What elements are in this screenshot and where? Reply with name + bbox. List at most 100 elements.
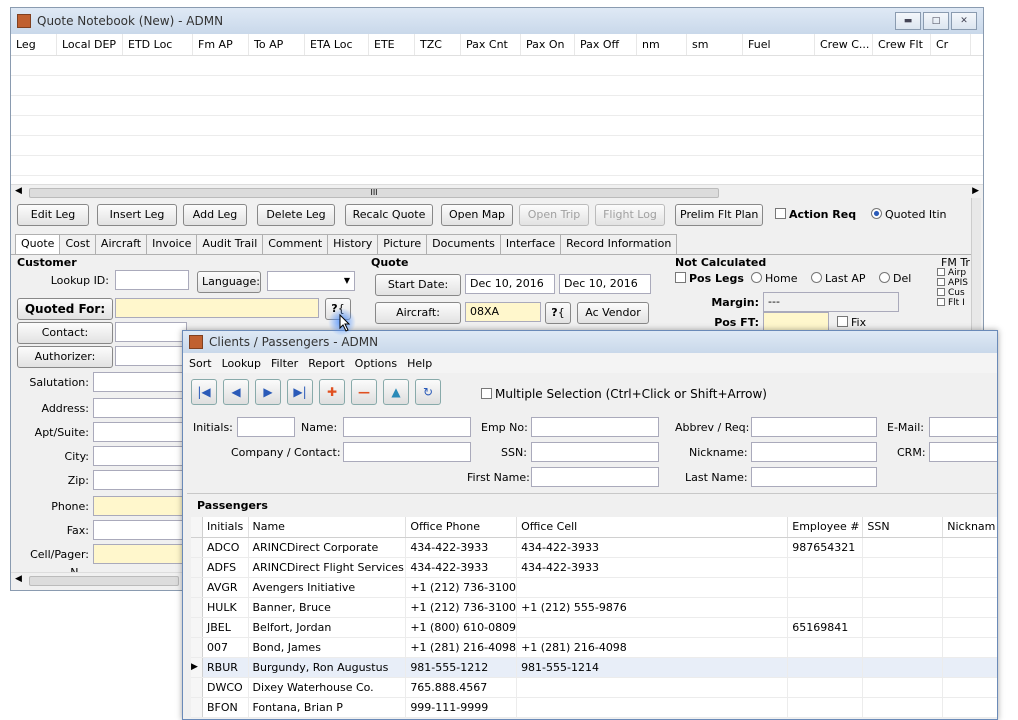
passengers-column-header[interactable]: Name	[248, 517, 407, 538]
passenger-row[interactable]: AVGR Avengers Initiative +1 (212) 736-3100	[191, 577, 997, 598]
emp-no-filter-field[interactable]	[531, 417, 659, 437]
last-name-filter-field[interactable]	[751, 467, 877, 487]
menu-lookup[interactable]: Lookup	[222, 357, 261, 370]
maximize-icon[interactable]: □	[923, 12, 949, 30]
passenger-row[interactable]: ADCO ARINCDirect Corporate 434-422-3933 434…	[191, 537, 997, 558]
email-filter-field[interactable]	[929, 417, 997, 437]
fm-tr-item[interactable]: APIS	[937, 278, 973, 288]
multiple-selection-check[interactable]	[481, 388, 492, 399]
home-radio-dot[interactable]	[751, 272, 762, 283]
previous-record-icon[interactable]: ◀	[223, 379, 249, 405]
menu-filter[interactable]: Filter	[271, 357, 298, 370]
passengers-column-header[interactable]: Office Phone	[405, 517, 518, 538]
tab-documents[interactable]: Documents	[426, 234, 501, 254]
crm-filter-field[interactable]	[929, 442, 997, 462]
margin-field[interactable]: ---	[763, 292, 899, 312]
legs-column-header[interactable]: Pax Off	[575, 34, 637, 55]
authorizer-field[interactable]	[115, 346, 187, 366]
legs-column-header[interactable]: Crew Flt	[873, 34, 931, 55]
fix-check[interactable]	[837, 316, 848, 327]
open-trip-button[interactable]: Open Trip	[519, 204, 589, 226]
passengers-column-header[interactable]: Nicknam	[942, 517, 997, 538]
del-radio-dot[interactable]	[879, 272, 890, 283]
language-select[interactable]: ▼	[267, 271, 355, 291]
action-req-checkbox[interactable]: Action Req	[775, 208, 856, 221]
legs-column-header[interactable]: To AP	[249, 34, 305, 55]
passengers-column-header[interactable]: Office Cell	[516, 517, 789, 538]
add-record-icon[interactable]: ✚	[319, 379, 345, 405]
insert-leg-button[interactable]: Insert Leg	[97, 204, 177, 226]
name-filter-field[interactable]	[343, 417, 471, 437]
abbrev-req-filter-field[interactable]	[751, 417, 877, 437]
menu-sort[interactable]: Sort	[189, 357, 212, 370]
delete-leg-button[interactable]: Delete Leg	[257, 204, 335, 226]
scroll-left-icon[interactable]: ◀	[15, 186, 22, 196]
passengers-table[interactable]: Initials Name Office Phone Office Cell Emplo…	[191, 517, 997, 718]
ssn-filter-field[interactable]	[531, 442, 659, 462]
delete-record-icon[interactable]: —	[351, 379, 377, 405]
tab-cost[interactable]: Cost	[59, 234, 96, 254]
legs-scroll-thumb[interactable]: III	[29, 188, 719, 198]
close-icon[interactable]: ✕	[951, 12, 977, 30]
add-leg-button[interactable]: Add Leg	[183, 204, 247, 226]
tab-aircraft[interactable]: Aircraft	[94, 234, 148, 254]
passengers-column-header[interactable]: Initials	[202, 517, 249, 538]
menu-help[interactable]: Help	[407, 357, 432, 370]
zip-field[interactable]	[93, 470, 187, 490]
customer-hscrollbar[interactable]: ◀	[11, 572, 187, 588]
passenger-row[interactable]: 007 Bond, James +1 (281) 216-4098 +1 (281) …	[191, 637, 997, 658]
fm-tr-check[interactable]	[937, 298, 945, 306]
aircraft-field[interactable]: 08XA	[465, 302, 541, 322]
open-map-button[interactable]: Open Map	[441, 204, 513, 226]
passengers-column-header[interactable]: Employee #	[787, 517, 864, 538]
legs-column-header[interactable]: Fm AP	[193, 34, 249, 55]
authorizer-button[interactable]: Authorizer:	[17, 346, 113, 368]
salutation-field[interactable]	[93, 372, 187, 392]
pos-legs-checkbox[interactable]: Pos Legs	[675, 272, 744, 285]
initials-filter-field[interactable]	[237, 417, 295, 437]
legs-column-header[interactable]: Local DEP	[57, 34, 123, 55]
fm-tr-check[interactable]	[937, 278, 945, 286]
city-field[interactable]	[93, 446, 187, 466]
pos-legs-check[interactable]	[675, 272, 686, 283]
contact-button[interactable]: Contact:	[17, 322, 113, 344]
language-button[interactable]: Language:	[197, 271, 261, 293]
end-date-field[interactable]: Dec 10, 2016	[559, 274, 651, 294]
recalc-quote-button[interactable]: Recalc Quote	[345, 204, 433, 226]
fm-tr-item[interactable]: Airp	[937, 268, 973, 278]
legs-column-header[interactable]: ETA Loc	[305, 34, 369, 55]
company-contact-filter-field[interactable]	[343, 442, 471, 462]
passenger-row[interactable]: ADFS ARINCDirect Flight Services 434-422-3…	[191, 557, 997, 578]
tab-invoice[interactable]: Invoice	[146, 234, 198, 254]
legs-column-header[interactable]: nm	[637, 34, 687, 55]
passenger-row[interactable]: BFON Fontana, Brian P 999-111-9999	[191, 697, 997, 718]
legs-column-header[interactable]: Cr	[931, 34, 971, 55]
tab-comment[interactable]: Comment	[262, 234, 329, 254]
flight-log-button[interactable]: Flight Log	[595, 204, 665, 226]
legs-column-header[interactable]: ETD Loc	[123, 34, 193, 55]
start-date-button[interactable]: Start Date:	[375, 274, 461, 296]
fm-tr-item[interactable]: Flt I	[937, 298, 973, 308]
phone-field[interactable]	[93, 496, 187, 516]
lookup-id-field[interactable]	[115, 270, 189, 290]
multiple-selection-checkbox[interactable]: Multiple Selection (Ctrl+Click or Shift+…	[481, 387, 767, 401]
tab-picture[interactable]: Picture	[377, 234, 428, 254]
edit-leg-button[interactable]: Edit Leg	[17, 204, 89, 226]
legs-column-header[interactable]: Crew C...	[815, 34, 873, 55]
tab-interface[interactable]: Interface	[499, 234, 562, 254]
tab-record-information[interactable]: Record Information	[560, 234, 678, 254]
minimize-icon[interactable]: ▬	[895, 12, 921, 30]
last-ap-radio[interactable]: Last AP	[811, 272, 866, 285]
passenger-row[interactable]: DWCO Dixey Waterhouse Co. 765.888.4567	[191, 677, 997, 698]
scroll-right-icon[interactable]: ▶	[972, 186, 979, 196]
last-ap-radio-dot[interactable]	[811, 272, 822, 283]
scroll-left-icon[interactable]: ◀	[15, 574, 22, 584]
pos-ft-field[interactable]	[763, 312, 829, 332]
quoted-for-button[interactable]: Quoted For:	[17, 298, 113, 320]
tab-history[interactable]: History	[327, 234, 379, 254]
legs-hscrollbar[interactable]: ◀ III ▶	[11, 184, 983, 200]
nickname-filter-field[interactable]	[751, 442, 877, 462]
last-record-icon[interactable]: ▶|	[287, 379, 313, 405]
legs-column-header[interactable]: sm	[687, 34, 743, 55]
fm-tr-check[interactable]	[937, 268, 945, 276]
